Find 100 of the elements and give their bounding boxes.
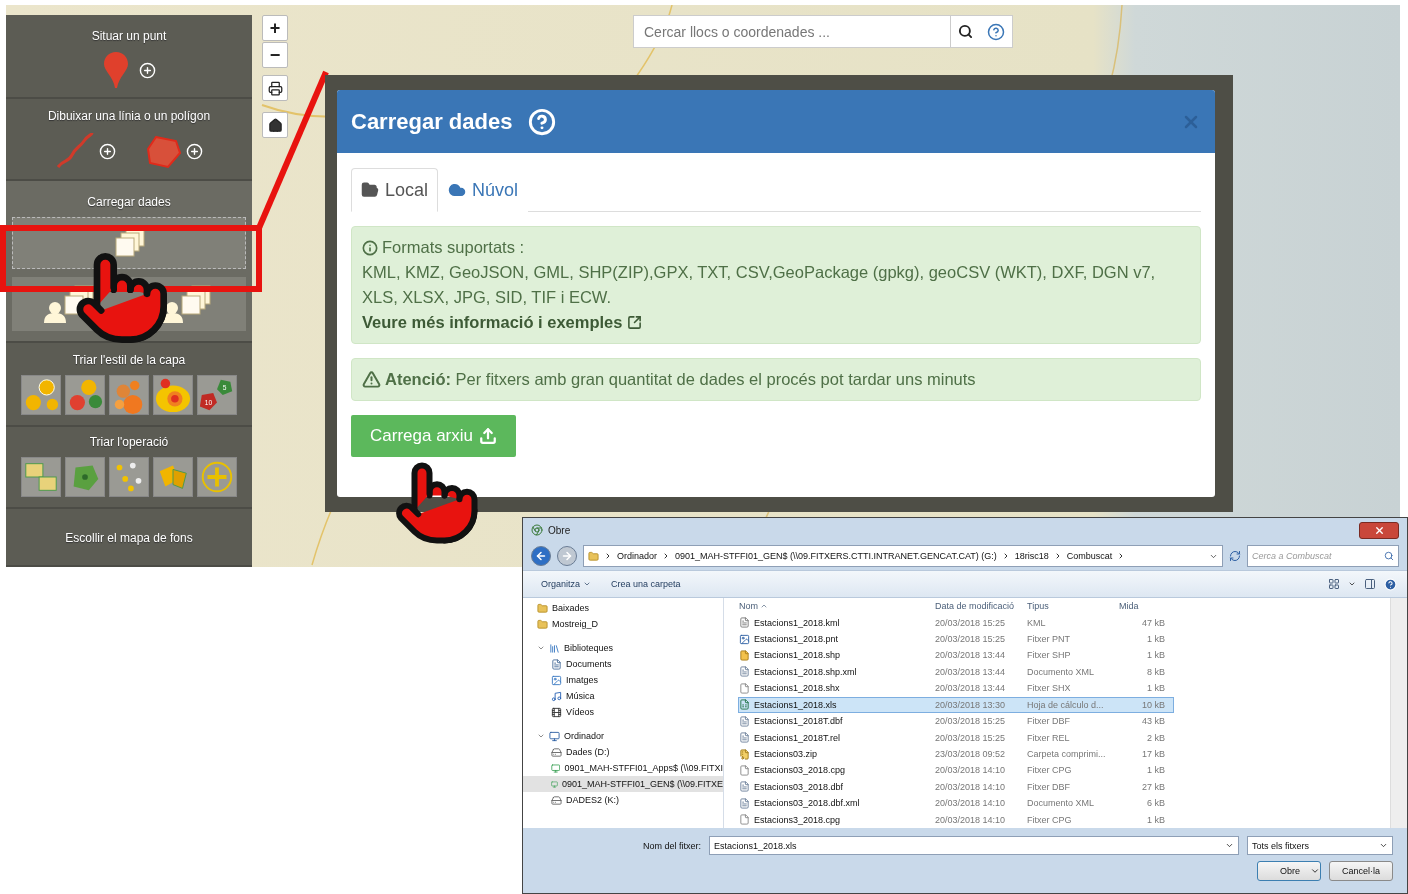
- zoom-out-button[interactable]: −: [262, 42, 288, 68]
- file-row[interactable]: Estacions1_2018T.rel 20/03/2018 15:25 Fitxer REL 2 kB: [738, 729, 1174, 746]
- column-header[interactable]: Nom: [739, 601, 935, 612]
- folder-icon: [361, 181, 379, 199]
- operation-thumbnail[interactable]: [21, 457, 61, 497]
- tab[interactable]: Local: [351, 168, 439, 212]
- file-row[interactable]: Estacions03_2018.dbf 20/03/2018 14:10 Fitxer DBF 27 kB: [738, 778, 1174, 796]
- operation-thumbnail[interactable]: [197, 457, 237, 497]
- breadcrumb[interactable]: Ordinador: [617, 551, 658, 561]
- nav-item[interactable]: Ordinador: [523, 728, 723, 744]
- file-row[interactable]: Estacions1_2018.shp.xml 20/03/2018 13:44 Documento XML 8 kB: [738, 663, 1174, 681]
- file-size: 1 kB: [1146, 683, 1166, 694]
- view-icon[interactable]: [1328, 578, 1340, 590]
- home-button[interactable]: [262, 112, 288, 138]
- window-title: Obre: [548, 524, 571, 536]
- more-info-link[interactable]: Veure més informació i exemples: [362, 310, 643, 335]
- nav-item[interactable]: DADES2 (K:): [523, 792, 723, 808]
- file-type: Fitxer PNT: [1027, 634, 1071, 645]
- help-icon[interactable]: [1384, 577, 1397, 591]
- file-name: Estacions1_2018.pnt: [739, 633, 935, 645]
- forward-button[interactable]: [557, 546, 577, 566]
- nav-item[interactable]: Música: [523, 688, 723, 704]
- file-type: Fitxer REL: [1027, 732, 1071, 743]
- operation-thumbnail[interactable]: [153, 457, 193, 497]
- operation-thumbnail[interactable]: [65, 457, 105, 497]
- file-date: 20/03/2018 15:25: [935, 732, 1007, 743]
- refresh-icon[interactable]: [1229, 550, 1241, 562]
- caret-icon[interactable]: [1310, 866, 1320, 876]
- file-type: Fitxer DBF: [1027, 716, 1071, 727]
- dialog-title: Carregar dades: [351, 108, 513, 135]
- back-button[interactable]: [531, 546, 551, 566]
- section-title: Dibuixar una línia o un polígon: [47, 109, 211, 123]
- open-button[interactable]: Obre: [1257, 861, 1321, 881]
- file-row[interactable]: Estacions1_2018.pnt 20/03/2018 15:25 Fitxer PNT 1 kB: [738, 630, 1174, 648]
- file-row[interactable]: Estacions03_2018.cpg 20/03/2018 14:10 Fitxer CPG 1 kB: [738, 762, 1174, 779]
- breadcrumb[interactable]: Combuscat: [1066, 551, 1113, 561]
- file-row[interactable]: Estacions1_2018.xls 20/03/2018 13:30 Hoja de cálculo d... 10 kB: [738, 696, 1174, 713]
- style-thumbnail[interactable]: [21, 375, 61, 415]
- help-icon[interactable]: [528, 107, 557, 136]
- zoom-in-button[interactable]: +: [262, 15, 288, 41]
- nav-item[interactable]: Biblioteques: [523, 640, 723, 656]
- address-bar[interactable]: Ordinador 0901_MAH-STFFI01_GEN$ (\\09.FITXERS.CTTI.INTRANET.GENCAT.CAT) (G:) 18risc18 Combuscat: [583, 545, 1223, 567]
- close-icon: [1373, 524, 1385, 536]
- preview-pane-icon[interactable]: [1364, 578, 1376, 590]
- nav-item[interactable]: Baixades: [523, 600, 723, 616]
- file-type-select[interactable]: Tots els fitxers: [1247, 836, 1393, 855]
- file-row[interactable]: Estacions1_2018.shx 20/03/2018 13:44 Fitxer SHX 1 kB: [738, 680, 1174, 697]
- nav-item[interactable]: Imatges: [523, 672, 723, 688]
- breadcrumb[interactable]: 0901_MAH-STFFI01_GEN$ (\\09.FITXERS.CTTI.INTRANET.GENCAT.CAT) (G:): [675, 551, 997, 561]
- search-field[interactable]: Cercar llocs o coordenades ...: [633, 15, 951, 48]
- style-thumbnail[interactable]: [153, 375, 193, 415]
- add-icon[interactable]: [99, 142, 116, 160]
- text-file-icon: [739, 781, 750, 793]
- caret-icon[interactable]: [1348, 580, 1356, 588]
- column-header[interactable]: Tipus: [1027, 601, 1119, 612]
- style-thumbnail[interactable]: [109, 375, 149, 415]
- file-date: 20/03/2018 14:10: [935, 781, 1007, 792]
- add-icon[interactable]: [138, 61, 156, 79]
- nav-item[interactable]: Dades (D:): [523, 744, 723, 760]
- add-icon[interactable]: [186, 142, 203, 160]
- browser-icon: [531, 524, 543, 536]
- organize-menu[interactable]: Organitza: [533, 577, 600, 591]
- network-drive-icon: [551, 762, 561, 774]
- style-thumbnail[interactable]: [65, 375, 105, 415]
- nav-item[interactable]: Documents: [523, 656, 723, 672]
- file-size: 43 kB: [1141, 716, 1166, 727]
- file-row[interactable]: Estacions3_2018.cpg 20/03/2018 14:10 Fitxer CPG 1 kB: [738, 811, 1174, 828]
- file-row[interactable]: Estacions03.zip 23/03/2018 09:52 Carpeta comprimi... 17 kB: [738, 745, 1174, 763]
- close-button[interactable]: [1359, 521, 1399, 539]
- nav-item[interactable]: Vídeos: [523, 704, 723, 720]
- file-size: 27 kB: [1141, 781, 1166, 792]
- file-row[interactable]: Estacions1_2018.shp 20/03/2018 13:44 Fitxer SHP 1 kB: [738, 647, 1174, 664]
- folder-icon: [537, 618, 548, 630]
- cancel-button[interactable]: Cancel·la: [1329, 861, 1393, 881]
- file-row[interactable]: Estacions03_2018.dbf.xml 20/03/2018 14:10 Documento XML 6 kB: [738, 795, 1174, 812]
- help-icon: [987, 22, 1005, 41]
- file-name: Estacions03_2018.dbf.xml: [739, 797, 935, 809]
- search-icon: [958, 24, 973, 39]
- column-header[interactable]: Data de modificació: [935, 601, 1027, 612]
- file-name: Estacions1_2018.xls: [739, 699, 935, 711]
- print-button[interactable]: [262, 75, 288, 101]
- column-header[interactable]: Mida: [1119, 601, 1169, 612]
- nav-item[interactable]: Mostreig_D: [523, 616, 723, 632]
- file-row[interactable]: Estacions1_2018T.dbf 20/03/2018 15:25 Fitxer DBF 43 kB: [738, 712, 1174, 730]
- document-icon: [551, 658, 562, 670]
- arrow-right-icon: [561, 550, 573, 562]
- file-size: 8 kB: [1146, 666, 1166, 677]
- file-row[interactable]: Estacions1_2018.kml 20/03/2018 15:25 KML 47 kB: [738, 614, 1174, 631]
- operation-thumbnail[interactable]: [109, 457, 149, 497]
- field-label: Nom del fitxer:: [642, 840, 701, 851]
- home-icon: [267, 117, 283, 133]
- breadcrumb[interactable]: 18risc18: [1014, 551, 1049, 561]
- file-type: Carpeta comprimi...: [1027, 749, 1107, 759]
- nav-item[interactable]: 0901_MAH-STFFI01_GEN$ (\\09.FITXE: [523, 776, 723, 792]
- filename-field[interactable]: Estacions1_2018.xls: [709, 836, 1239, 855]
- new-folder-button[interactable]: Crea una carpeta: [603, 577, 689, 591]
- drive-icon: [551, 794, 562, 806]
- file-size: 10 kB: [1141, 699, 1166, 710]
- file-date: 20/03/2018 14:10: [935, 765, 1007, 776]
- nav-item[interactable]: 0901_MAH-STFFI01_Apps$ (\\09.FITXI: [523, 760, 723, 776]
